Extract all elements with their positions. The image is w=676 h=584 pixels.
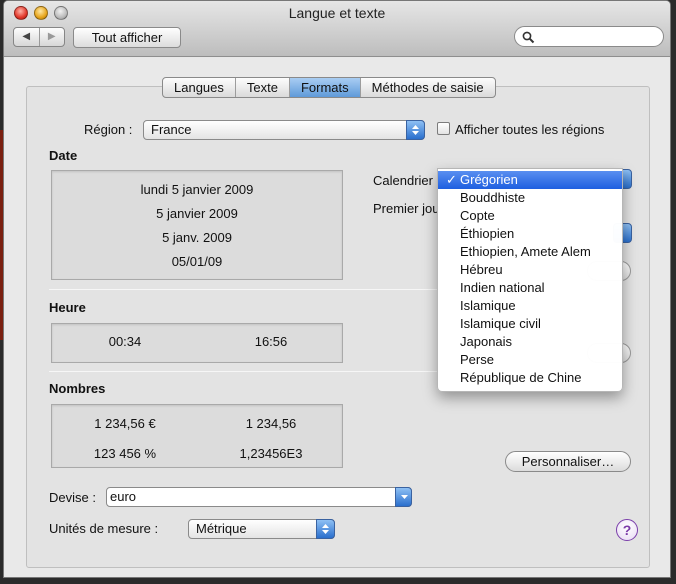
title-bar: Langue et texte ◀ ▶ Tout afficher [4,1,670,57]
tab-texte[interactable]: Texte [234,78,289,97]
time-sample-long: 16:56 [254,334,288,349]
currency-combobox[interactable]: euro [106,487,412,507]
help-button[interactable]: ? [616,519,638,541]
date-sample-short: 05/01/09 [171,254,223,269]
back-arrow-icon[interactable]: ◀ [14,28,39,46]
numbers-heading: Nombres [49,381,106,396]
currency-label: Devise : [49,490,96,505]
menu-item-republique-de-chine[interactable]: République de Chine [438,369,622,387]
region-popup[interactable]: France [143,120,425,140]
menu-item-bouddhiste[interactable]: Bouddhiste [438,189,622,207]
first-day-label: Premier jou [373,201,440,216]
show-all-button[interactable]: Tout afficher [73,27,181,48]
units-label: Unités de mesure : [49,521,159,536]
tab-bar: Langues Texte Formats Méthodes de saisie [162,77,496,98]
tab-langues[interactable]: Langues [163,78,235,97]
percent-sample: 123 456 % [93,446,157,461]
date-sample-medium: 5 janv. 2009 [162,230,232,245]
time-sample-short: 00:34 [108,334,142,349]
calendar-label: Calendrier [373,173,433,188]
calendar-menu: ✓ Grégorien Bouddhiste Copte Éthiopien E… [437,168,623,392]
menu-item-islamique[interactable]: Islamique [438,297,622,315]
window-title: Langue et texte [288,5,386,21]
menu-item-perse[interactable]: Perse [438,351,622,369]
show-all-regions-label: Afficher toutes les régions [455,122,605,137]
menu-item-indien-national[interactable]: Indien national [438,279,622,297]
menu-item-ethiopien-amete-alem[interactable]: Ethiopien, Amete Alem [438,243,622,261]
menu-item-gregorien[interactable]: ✓ Grégorien [438,171,622,189]
back-forward-control: ◀ ▶ [13,27,65,47]
menu-item-islamique-civil[interactable]: Islamique civil [438,315,622,333]
units-value: Métrique [196,521,247,536]
menu-item-hebreu[interactable]: Hébreu [438,261,622,279]
tab-formats[interactable]: Formats [288,78,360,97]
menu-item-copte[interactable]: Copte [438,207,622,225]
region-value: France [151,122,192,137]
time-heading: Heure [49,300,86,315]
currency-value: euro [110,489,137,504]
numbers-customize-button[interactable]: Personnaliser… [505,451,631,472]
checkmark-icon: ✓ [446,172,457,187]
combobox-arrow-icon [395,487,412,507]
units-popup[interactable]: Métrique [188,519,335,539]
region-label: Région : [84,122,133,137]
decimal-sample: 1 234,56 [245,416,297,431]
scientific-sample: 1,23456E3 [239,446,303,461]
date-samples-box: lundi 5 janvier 2009 5 janvier 2009 5 ja… [51,170,343,280]
date-sample-full: lundi 5 janvier 2009 [140,182,254,197]
time-samples-box: 00:34 16:56 [51,323,343,363]
date-heading: Date [49,148,78,163]
date-sample-long: 5 janvier 2009 [156,206,238,221]
menu-item-japonais[interactable]: Japonais [438,333,622,351]
search-icon [522,31,535,44]
show-all-regions-checkbox[interactable] [437,122,450,135]
menu-item-ethiopien[interactable]: Éthiopien [438,225,622,243]
currency-sample: 1 234,56 € [94,416,156,431]
search-field[interactable] [514,26,664,47]
tab-methodes-de-saisie[interactable]: Méthodes de saisie [359,78,495,97]
popup-arrows-icon [316,519,335,539]
forward-arrow-icon[interactable]: ▶ [38,28,65,46]
popup-arrows-icon [406,120,425,140]
numbers-samples-box: 1 234,56 € 1 234,56 123 456 % 1,23456E3 [51,404,343,468]
